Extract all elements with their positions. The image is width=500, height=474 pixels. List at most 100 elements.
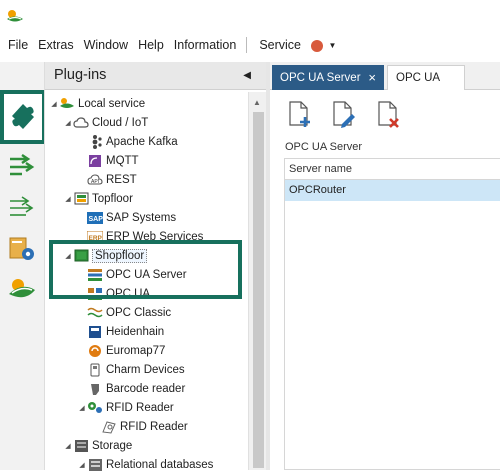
- grid-row[interactable]: OPCRouter: [285, 180, 500, 201]
- content-title: OPC UA Server: [285, 141, 363, 153]
- opc-classic-icon: [87, 305, 103, 321]
- activity-bar: [0, 62, 46, 470]
- menu-separator: [246, 37, 248, 53]
- new-document-button[interactable]: [286, 100, 314, 130]
- tree-node-label: Storage: [92, 439, 133, 452]
- expand-toggle-icon[interactable]: ◢: [63, 119, 73, 127]
- activity-plugins-button[interactable]: [0, 90, 46, 144]
- tree-node-label: MQTT: [106, 154, 139, 167]
- tab-opc-ua-server[interactable]: OPC UA Server ×: [272, 65, 384, 90]
- scroll-up-arrow-icon[interactable]: ▲: [253, 98, 261, 107]
- menu-service[interactable]: Service: [255, 32, 305, 58]
- grid-column-header[interactable]: Server name: [285, 159, 500, 180]
- title-bar: [0, 0, 500, 32]
- tree-node-label: Local service: [78, 97, 146, 110]
- tree-node-relational-databases[interactable]: ◢ Relational databases: [77, 455, 213, 474]
- expand-toggle-icon[interactable]: ◢: [63, 442, 73, 450]
- transfer-arrows-icon: [10, 153, 35, 176]
- tree-node-shopfloor[interactable]: ◢ Shopfloor: [63, 246, 148, 265]
- app-logo-icon: [7, 10, 23, 22]
- folder-gear-icon: [9, 237, 34, 260]
- tree-node-label: Relational databases: [106, 458, 214, 471]
- activity-connections-button[interactable]: [0, 266, 44, 312]
- tree-node-label: Topfloor: [92, 192, 133, 205]
- tree-node-topfloor[interactable]: ◢ Topfloor: [63, 189, 133, 208]
- expand-toggle-icon[interactable]: ◢: [49, 100, 59, 108]
- activity-transfer-button[interactable]: [0, 142, 44, 188]
- collapse-panel-icon[interactable]: ◀: [243, 70, 251, 81]
- tree-node-charm-devices[interactable]: Charm Devices: [87, 360, 185, 379]
- tree-node-label: Euromap77: [106, 344, 166, 357]
- tree-node-label: RFID Reader: [120, 420, 188, 433]
- delete-file-icon: [378, 101, 399, 128]
- plugins-panel: Plug-ins ◀ ◢ Local service ◢ Cloud / IoT…: [44, 62, 267, 471]
- new-file-icon: [289, 101, 310, 127]
- scroll-thumb[interactable]: [253, 112, 264, 468]
- service-status-dropdown[interactable]: ▼: [305, 38, 336, 52]
- editor-content: OPC UA Server Server name OPCRouter: [270, 90, 500, 470]
- euromap-icon: [87, 343, 103, 359]
- shopfloor-folder-icon: [73, 248, 89, 264]
- local-service-icon: [59, 96, 75, 112]
- tree-node-opc-classic[interactable]: OPC Classic: [87, 303, 171, 322]
- routing-arrows-icon: [10, 196, 34, 216]
- tree-node-rest[interactable]: API REST: [87, 170, 137, 189]
- svg-text:ERP: ERP: [89, 235, 103, 242]
- status-dot-icon: [311, 39, 323, 52]
- tree-node-label: Shopfloor: [92, 248, 148, 263]
- tree-node-euromap77[interactable]: Euromap77: [87, 341, 165, 360]
- topfloor-folder-icon: [73, 191, 89, 207]
- tab-label: OPC UA Server: [280, 71, 361, 84]
- kafka-icon: [87, 134, 103, 150]
- tree-node-cloud-iot[interactable]: ◢ Cloud / IoT: [63, 113, 148, 132]
- tree-node-mqtt[interactable]: MQTT: [87, 151, 139, 170]
- edit-file-icon: [333, 101, 355, 128]
- tree-node-label: RFID Reader: [106, 401, 174, 414]
- database-icon: [87, 457, 103, 473]
- tree-node-storage[interactable]: ◢ Storage: [63, 436, 132, 455]
- sap-icon: SAP: [87, 210, 103, 226]
- tree-node-rfid-reader-group[interactable]: ◢ RFID Reader: [77, 398, 174, 417]
- menu-bar: File Extras Window Help Information Serv…: [0, 32, 500, 58]
- tab-opc-ua[interactable]: OPC UA: [387, 65, 465, 90]
- chevron-down-icon: ▼: [328, 41, 337, 51]
- tree-node-rfid-reader[interactable]: RFID Reader: [101, 417, 188, 436]
- menu-information[interactable]: Information: [170, 32, 241, 58]
- activity-routing-button[interactable]: [0, 184, 44, 230]
- charm-icon: [87, 362, 103, 378]
- tree-node-heidenhain[interactable]: Heidenhain: [87, 322, 164, 341]
- tree-node-opc-ua[interactable]: OPC UA: [87, 284, 150, 303]
- expand-toggle-icon[interactable]: ◢: [63, 195, 73, 203]
- tree-node-label: Heidenhain: [106, 325, 165, 338]
- storage-icon: [73, 438, 89, 454]
- tree-node-label: Barcode reader: [106, 382, 186, 395]
- puzzle-icon: [12, 104, 34, 129]
- tree-node-opc-ua-server[interactable]: OPC UA Server: [87, 265, 187, 284]
- rfid-icon: [101, 419, 117, 435]
- edit-document-button[interactable]: [330, 100, 358, 130]
- expand-toggle-icon[interactable]: ◢: [77, 461, 87, 469]
- tree-node-apache-kafka[interactable]: Apache Kafka: [87, 132, 178, 151]
- tree-node-label: Apache Kafka: [106, 135, 178, 148]
- svg-text:SAP: SAP: [89, 216, 104, 223]
- delete-document-button[interactable]: [375, 100, 403, 130]
- menu-window[interactable]: Window: [80, 32, 132, 58]
- tree-scrollbar[interactable]: ▲: [248, 92, 267, 470]
- tab-label: OPC UA: [396, 72, 441, 84]
- server-grid: Server name OPCRouter: [284, 158, 500, 470]
- tree-node-label: Cloud / IoT: [92, 116, 149, 129]
- menu-help[interactable]: Help: [134, 32, 168, 58]
- expand-toggle-icon[interactable]: ◢: [77, 404, 87, 412]
- tree-node-erp-web-services[interactable]: ERP ERP Web Services: [87, 227, 203, 246]
- close-icon[interactable]: ×: [368, 70, 376, 85]
- tree-node-local-service[interactable]: ◢ Local service: [49, 94, 145, 113]
- expand-toggle-icon[interactable]: ◢: [63, 252, 73, 260]
- tree-node-label: SAP Systems: [106, 211, 177, 224]
- tree-node-barcode-reader[interactable]: Barcode reader: [87, 379, 185, 398]
- mqtt-icon: [87, 153, 103, 169]
- tree-node-sap-systems[interactable]: SAP SAP Systems: [87, 208, 176, 227]
- menu-extras[interactable]: Extras: [34, 32, 77, 58]
- tree-node-label: Charm Devices: [106, 363, 185, 376]
- menu-file[interactable]: File: [4, 32, 32, 58]
- tree-node-label: OPC Classic: [106, 306, 172, 319]
